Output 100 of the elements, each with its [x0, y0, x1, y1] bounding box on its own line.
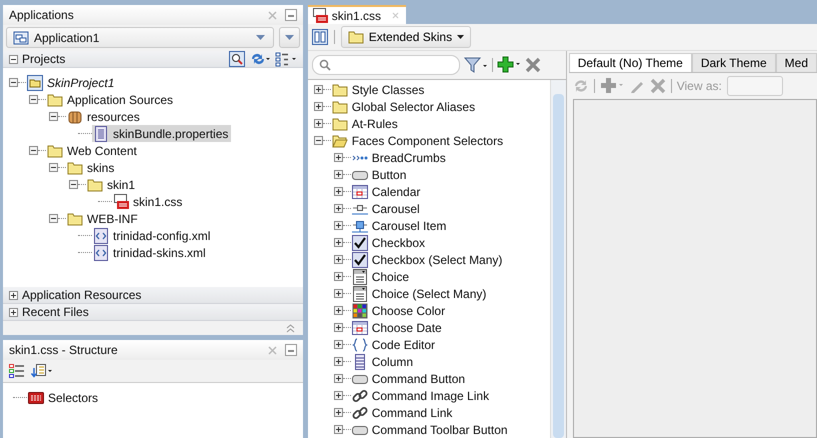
collapse-icon[interactable] [49, 112, 58, 121]
expand-icon[interactable] [334, 408, 343, 417]
delete-icon[interactable] [524, 57, 541, 73]
tree-item[interactable]: Selectors [27, 389, 102, 406]
expand-icon[interactable] [334, 323, 343, 332]
tree-item[interactable]: SkinProject1 [26, 74, 118, 91]
checkbox-icon [352, 252, 368, 268]
project-folder-icon [27, 74, 43, 90]
minimize-icon[interactable] [284, 9, 297, 21]
theme-tab[interactable]: Dark Theme [692, 53, 776, 72]
tree-item[interactable]: Calendar [350, 183, 424, 200]
collapse-icon[interactable] [29, 95, 38, 104]
search-icon[interactable] [228, 51, 245, 67]
expand-icon[interactable] [9, 290, 18, 300]
tree-item[interactable]: Choice [350, 268, 412, 285]
tree-item[interactable]: Carousel Item [350, 217, 450, 234]
filter-icon[interactable] [464, 56, 488, 74]
tree-item[interactable]: Command Link [350, 404, 456, 421]
collapse-icon[interactable] [314, 136, 323, 145]
add-icon[interactable] [496, 56, 521, 74]
tree-item[interactable]: Choose Date [350, 319, 445, 336]
expand-icon[interactable] [334, 153, 343, 162]
expand-icon[interactable] [314, 119, 323, 128]
list-view-icon[interactable] [9, 363, 25, 379]
section-header[interactable]: Projects [22, 52, 66, 66]
tree-item[interactable]: At-Rules [330, 115, 401, 132]
tree-item[interactable]: skin1.css [112, 193, 186, 210]
scrollbar[interactable] [550, 80, 566, 438]
tree-item[interactable]: Choice (Select Many) [350, 285, 490, 302]
expand-icon[interactable] [334, 170, 343, 179]
application-icon [13, 30, 29, 46]
tree-item[interactable]: Checkbox (Select Many) [350, 251, 506, 268]
tree-item[interactable]: trinidad-skins.xml [92, 244, 209, 261]
panel-title: Applications [9, 8, 75, 22]
folder-icon [47, 142, 63, 158]
collapse-arrows-icon[interactable] [286, 324, 295, 332]
dropdown-button[interactable] [278, 27, 300, 48]
expand-icon[interactable] [334, 357, 343, 366]
collapse-icon[interactable] [49, 214, 58, 223]
tree-item[interactable]: Choose Color [350, 302, 448, 319]
folder-icon [67, 160, 83, 176]
tree-item[interactable]: skin1 [86, 176, 138, 193]
tree-item[interactable]: trinidad-config.xml [92, 227, 214, 244]
collapse-icon[interactable] [9, 78, 18, 87]
search-field[interactable] [312, 55, 460, 75]
folder-icon [67, 210, 83, 226]
box-icon [67, 108, 83, 124]
tree-item[interactable]: Faces Component Selectors [330, 132, 506, 149]
expand-icon[interactable] [334, 391, 343, 400]
tree-item[interactable]: Code Editor [350, 336, 438, 353]
tree-item[interactable]: resources [66, 108, 143, 125]
tree-item[interactable]: Application Sources [46, 91, 176, 108]
tree-item[interactable]: Command Toolbar Button [350, 421, 511, 438]
theme-tab[interactable]: Med [776, 53, 817, 72]
minimize-icon[interactable] [284, 344, 297, 356]
tree-item[interactable]: WEB-INF [66, 210, 141, 227]
expand-icon[interactable] [334, 255, 343, 264]
application-dropdown[interactable]: Application1 [6, 27, 274, 48]
expand-icon[interactable] [314, 85, 323, 94]
skins-dropdown[interactable]: Extended Skins [340, 26, 472, 48]
tree-item[interactable]: Column [350, 353, 416, 370]
calendar-icon [352, 184, 368, 200]
expand-icon[interactable] [334, 289, 343, 298]
tree-item[interactable]: Style Classes [330, 81, 428, 98]
calendar-icon [352, 320, 368, 336]
tree-item[interactable]: Checkbox [350, 234, 428, 251]
expand-icon[interactable] [334, 425, 343, 434]
expand-icon[interactable] [334, 204, 343, 213]
tree-item[interactable]: Button [350, 166, 410, 183]
hierarchy-icon[interactable] [274, 51, 297, 67]
tree-item[interactable]: Command Button [350, 370, 468, 387]
expand-icon[interactable] [334, 187, 343, 196]
expand-icon[interactable] [9, 308, 18, 316]
tree-item[interactable]: Global Selector Aliases [330, 98, 478, 115]
sort-icon[interactable] [31, 363, 53, 379]
collapse-icon[interactable] [49, 163, 58, 172]
tree-item[interactable]: Command Image Link [350, 387, 492, 404]
expand-icon[interactable] [334, 272, 343, 281]
section-header[interactable]: Recent Files [22, 305, 89, 319]
expand-icon[interactable] [334, 221, 343, 230]
collapse-icon[interactable] [69, 180, 78, 189]
expand-icon[interactable] [334, 340, 343, 349]
theme-tab[interactable]: Default (No) Theme [568, 53, 692, 72]
expand-icon[interactable] [314, 102, 323, 111]
collapse-icon[interactable] [29, 146, 38, 155]
tree-item[interactable]: BreadCrumbs [350, 149, 449, 166]
collapse-icon[interactable] [9, 54, 18, 64]
expand-icon[interactable] [334, 374, 343, 383]
add-icon[interactable] [600, 77, 624, 95]
tree-item[interactable]: Carousel [350, 200, 423, 217]
caret-icon [457, 35, 464, 39]
file-tab[interactable]: skin1.css [308, 5, 406, 24]
xml-file-icon [93, 228, 109, 244]
split-view-icon[interactable] [312, 29, 328, 45]
expand-icon[interactable] [334, 238, 343, 247]
tree-item[interactable]: Web Content [46, 142, 140, 159]
tree-item[interactable]: skins [66, 159, 118, 176]
expand-icon[interactable] [334, 306, 343, 315]
tree-item[interactable]: skinBundle.properties [92, 125, 232, 142]
checkbox-icon [352, 234, 368, 250]
